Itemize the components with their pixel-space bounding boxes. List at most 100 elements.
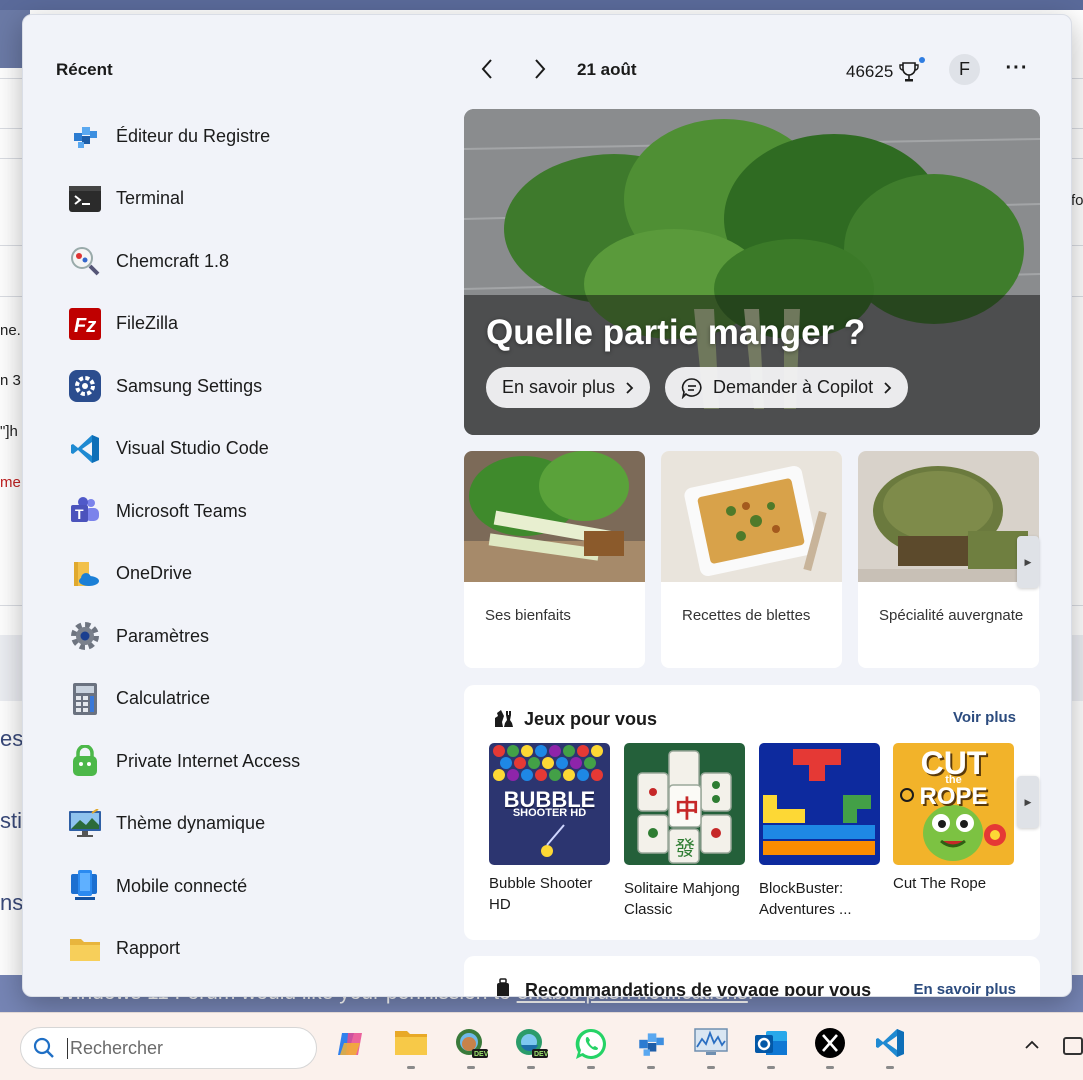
- recent-item-label: Private Internet Access: [116, 750, 301, 771]
- luggage-icon: [497, 978, 509, 996]
- taskbar-whatsapp[interactable]: [571, 1027, 611, 1071]
- game-label: Solitaire Mahjong Classic: [624, 880, 740, 918]
- recent-item-label: Chemcraft 1.8: [116, 250, 230, 271]
- learn-more-label: En savoir plus: [502, 377, 616, 397]
- cut-the-rope-logo-subtext: ROPE: [919, 783, 988, 810]
- chevron-right-icon: [535, 59, 546, 79]
- taskbar-search-box[interactable]: [20, 1027, 317, 1069]
- edge-dev-alt-icon: DEV: [516, 1029, 548, 1058]
- filezilla-icon: Fz: [67, 306, 103, 342]
- teams-icon: T: [67, 493, 103, 529]
- svg-text:中: 中: [675, 795, 699, 823]
- svg-text:Fz: Fz: [74, 315, 96, 337]
- x-icon: [815, 1028, 845, 1058]
- recent-item-label: Rapport: [116, 938, 181, 959]
- learn-more-button[interactable]: En savoir plus: [486, 367, 651, 408]
- recent-item-settings[interactable]: Paramètres: [67, 605, 437, 668]
- taskbar-vscode[interactable]: [870, 1027, 910, 1071]
- current-date: 21 août: [577, 60, 637, 79]
- recent-item-label: Samsung Settings: [116, 375, 263, 396]
- svg-text:DEV: DEV: [534, 1051, 548, 1058]
- running-indicator: [886, 1066, 894, 1069]
- tray-overflow-chevron-icon[interactable]: [1024, 1037, 1040, 1053]
- registry-editor-icon: [67, 118, 103, 154]
- background-text: n 3: [0, 372, 21, 389]
- card-label: Recettes de blettes: [682, 607, 811, 624]
- taskbar-performance-monitor[interactable]: [691, 1027, 731, 1071]
- game-blockbuster[interactable]: BlockBuster: Adventures ...: [759, 743, 880, 920]
- game-label: BlockBuster: Adventures ...: [759, 880, 852, 918]
- games-scroll-right-button[interactable]: ▶: [1017, 776, 1039, 828]
- recent-item-phone-link[interactable]: Mobile connecté: [67, 855, 437, 918]
- recent-item-samsung-settings[interactable]: Samsung Settings: [67, 355, 437, 418]
- related-card-recipes[interactable]: Recettes de blettes: [661, 451, 842, 668]
- games-widget: Jeux pour vous Voir plus BUBBLE SHOOTER …: [464, 685, 1040, 940]
- running-indicator: [407, 1066, 415, 1069]
- game-cut-the-rope[interactable]: CUT the ROPE Cut The Rope: [893, 743, 1014, 894]
- avatar[interactable]: F: [949, 54, 980, 85]
- recent-item-chemcraft[interactable]: Chemcraft 1.8: [67, 230, 437, 293]
- recent-item-teams[interactable]: T Microsoft Teams: [67, 480, 437, 543]
- file-explorer-icon: [395, 1031, 427, 1055]
- recent-item-calculator[interactable]: Calculatrice: [67, 668, 437, 731]
- chevron-right-icon: [884, 381, 892, 394]
- background-text: ne.: [0, 322, 21, 339]
- related-card-specialty[interactable]: Spécialité auvergnate: [858, 451, 1039, 668]
- recent-item-pia[interactable]: Private Internet Access: [67, 730, 437, 793]
- ask-copilot-button[interactable]: Demander à Copilot: [665, 367, 909, 408]
- running-indicator: [767, 1066, 775, 1069]
- recent-item-vscode[interactable]: Visual Studio Code: [67, 418, 437, 481]
- recent-item-rapport[interactable]: Rapport: [67, 918, 437, 981]
- chat-bubble-icon: [681, 377, 702, 399]
- registry-editor-icon: [639, 1033, 664, 1056]
- games-see-more-link[interactable]: Voir plus: [953, 709, 1016, 726]
- related-card-benefits[interactable]: Ses bienfaits: [464, 451, 645, 668]
- calculator-icon: [67, 681, 103, 717]
- folder-icon: [67, 931, 103, 967]
- recent-item-terminal[interactable]: Terminal: [67, 168, 437, 231]
- recent-item-registry-editor[interactable]: Éditeur du Registre: [67, 105, 437, 168]
- taskbar-outlook[interactable]: [751, 1027, 791, 1071]
- rewards-points[interactable]: 46625: [846, 61, 919, 83]
- notification-dot: [919, 57, 925, 63]
- taskbar-copilot[interactable]: [331, 1027, 371, 1071]
- taskbar-x[interactable]: [810, 1027, 850, 1071]
- recent-item-label: FileZilla: [116, 313, 179, 334]
- recent-item-label: Calculatrice: [116, 688, 211, 709]
- background-text: me: [0, 474, 21, 491]
- taskbar-edge-dev-alt[interactable]: DEV: [511, 1027, 551, 1071]
- search-input[interactable]: [67, 1037, 287, 1059]
- games-title: Jeux pour vous: [524, 709, 658, 729]
- chard-leaves-image: [464, 451, 645, 582]
- more-options-button[interactable]: ···: [1003, 56, 1031, 80]
- game-label: Cut The Rope: [893, 875, 987, 892]
- gratin-dish-image: [661, 451, 842, 582]
- blockbuster-thumbnail: [759, 743, 880, 865]
- travel-learn-more-link[interactable]: En savoir plus: [913, 981, 1016, 996]
- samsung-settings-icon: [67, 368, 103, 404]
- taskbar-edge-dev[interactable]: DEV: [451, 1027, 491, 1071]
- game-solitaire-mahjong[interactable]: 中 發 Solitaire Mahjong Classic: [624, 743, 745, 920]
- recent-item-filezilla[interactable]: Fz FileZilla: [67, 293, 437, 356]
- recent-item-label: Visual Studio Code: [116, 438, 269, 459]
- taskbar-file-explorer[interactable]: [391, 1027, 431, 1071]
- cut-the-rope-thumbnail: CUT the ROPE: [893, 743, 1014, 865]
- hero-title[interactable]: Quelle partie manger ?: [486, 313, 865, 353]
- previous-button[interactable]: [473, 55, 501, 83]
- card-label: Ses bienfaits: [485, 607, 571, 624]
- taskbar-registry-editor[interactable]: [631, 1027, 671, 1071]
- hero-story-card[interactable]: Quelle partie manger ? En savoir plus De…: [464, 109, 1040, 435]
- keyboard-icon[interactable]: [1063, 1037, 1083, 1055]
- chess-pieces-icon: [495, 710, 513, 727]
- game-bubble-shooter[interactable]: BUBBLE SHOOTER HD Bubble Shooter HD: [489, 743, 610, 915]
- recent-item-dynamic-theme[interactable]: Thème dynamique: [67, 793, 437, 856]
- phone-link-icon: [67, 868, 103, 904]
- game-label: Bubble Shooter HD: [489, 875, 593, 913]
- cards-scroll-right-button[interactable]: ▶: [1017, 536, 1039, 588]
- next-button[interactable]: [526, 55, 554, 83]
- performance-monitor-icon: [694, 1028, 728, 1055]
- recent-item-label: Éditeur du Registre: [116, 125, 271, 146]
- recent-item-onedrive[interactable]: OneDrive: [67, 543, 437, 606]
- bubble-shooter-thumbnail: BUBBLE SHOOTER HD: [489, 743, 610, 865]
- running-indicator: [826, 1066, 834, 1069]
